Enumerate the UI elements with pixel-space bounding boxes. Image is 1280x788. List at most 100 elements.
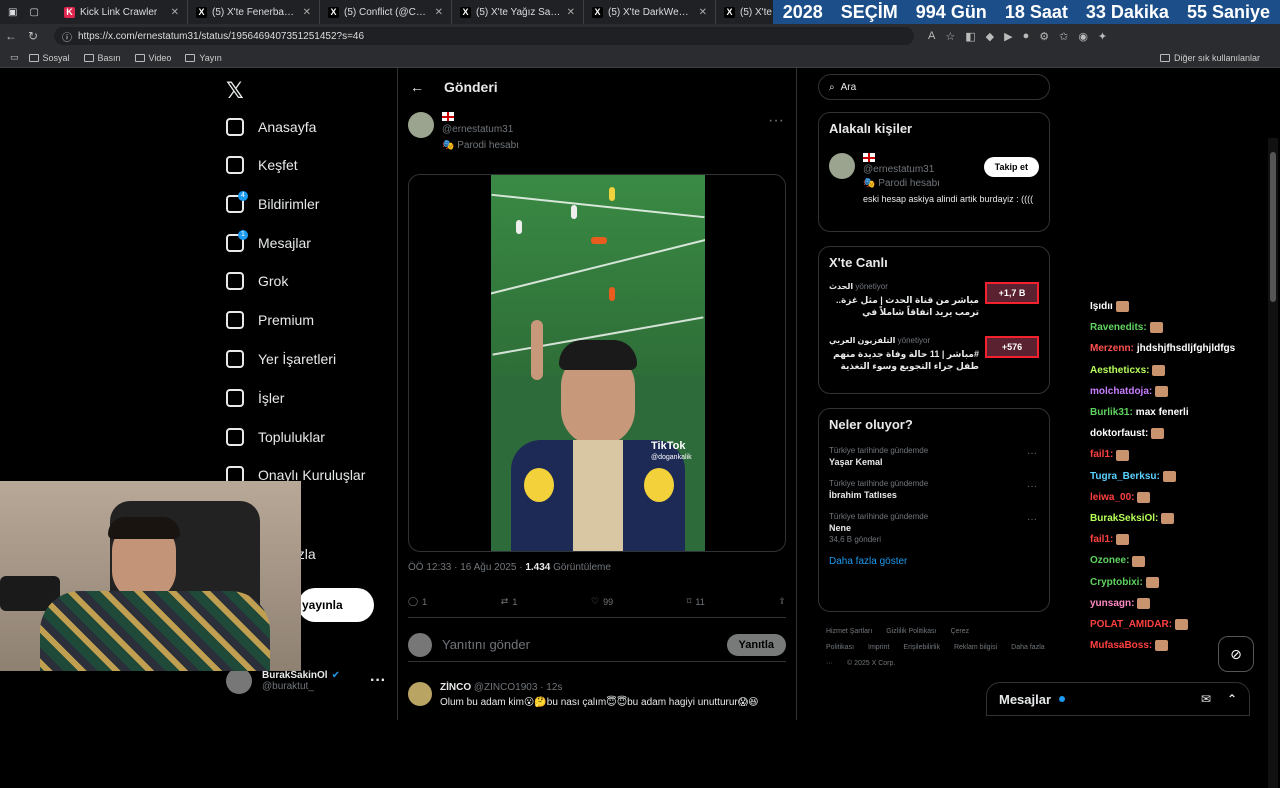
read-aloud-icon[interactable]: A — [928, 30, 935, 43]
browser-tab[interactable]: X (5) X'te DarkWeb Haber: " ✕ — [584, 0, 716, 24]
browser-tab[interactable]: X (5) X'te Yağız Sabuncuoğlu ✕ — [452, 0, 584, 24]
close-icon[interactable]: ✕ — [699, 7, 707, 18]
nav-label: Mesajlar — [258, 235, 311, 251]
extension-icon[interactable]: ▶ — [1004, 30, 1012, 43]
search-icon — [226, 156, 244, 174]
favorite-star-icon[interactable]: ☆ — [945, 30, 955, 43]
bookmark-folder[interactable]: Sosyal — [28, 52, 70, 63]
reply-button[interactable]: Yanıtla — [726, 633, 786, 656]
more-options-icon[interactable]: ··· — [1027, 481, 1037, 492]
footer-link[interactable]: Gizlilik Politikası — [886, 628, 936, 635]
info-icon[interactable]: ⓘ — [62, 29, 72, 44]
nav-item-bildirimler[interactable]: 4 Bildirimler — [226, 191, 319, 213]
nav-item-keşfet[interactable]: Keşfet — [226, 156, 298, 174]
messages-drawer[interactable]: Mesajlar ✉ ⌃ — [986, 682, 1250, 716]
more-options-icon[interactable]: ··· — [1027, 514, 1037, 525]
nav-item-grok[interactable]: Grok — [226, 272, 288, 290]
browser-menu[interactable]: ▣ ▢ — [0, 0, 56, 24]
bookmark-icon — [226, 350, 244, 368]
trend-name: Nene — [829, 523, 852, 533]
tiktok-username: @dogankalik — [651, 454, 692, 461]
scrollbar-thumb[interactable] — [1270, 152, 1276, 302]
extension-icon[interactable]: ● — [1023, 30, 1030, 43]
trend-item[interactable]: Türkiye tarihinde gündemde Yaşar Kemal ··· — [819, 440, 1049, 473]
bookmark-folder[interactable]: Yayın — [185, 53, 222, 63]
video-frame[interactable]: TikTok @dogankalik — [491, 175, 705, 551]
nav-label: Premium — [258, 312, 315, 328]
reading-list-icon[interactable]: ▭ — [10, 52, 19, 63]
footer-link[interactable]: © 2025 X Corp. — [847, 660, 895, 667]
nav-item-yer-i-şaretleri[interactable]: Yer İşaretleri — [226, 350, 336, 368]
favorites-icon[interactable]: ✩ — [1059, 30, 1068, 43]
expand-icon[interactable]: ⌃ — [1227, 692, 1237, 706]
share-icon: ⇪ — [778, 596, 786, 606]
footer-link[interactable]: Erişilebilirlik — [903, 644, 940, 651]
live-item[interactable]: التلفزيون العربي yönetiyor #مباشر | 11 حا… — [819, 332, 1049, 376]
chat-message: Tugra_Berksu: — [1090, 466, 1280, 487]
more-options-icon[interactable]: ··· — [1027, 448, 1037, 459]
nav-item-mesajlar[interactable]: 1 Mesajlar — [226, 230, 311, 252]
other-bookmarks[interactable]: Diğer sık kullanılanlar — [1159, 53, 1260, 63]
close-icon[interactable]: ✕ — [567, 7, 575, 18]
grok-icon[interactable]: ⊘ — [1218, 636, 1254, 672]
back-icon[interactable]: ← — [0, 29, 22, 43]
reply-handle: @ZINCO1903 — [473, 682, 538, 693]
back-arrow-icon[interactable]: ← — [410, 79, 424, 95]
like-action[interactable]: ♡ 99 — [591, 596, 613, 607]
browser-tab[interactable]: K Kick Link Crawler ✕ — [56, 0, 188, 24]
browser-tab[interactable]: X (5) X'te Fenerbahçe Yüksel ✕ — [188, 0, 320, 24]
trend-item[interactable]: Türkiye tarihinde gündemde Nene 34,6 B gön… — [819, 506, 1049, 550]
extensions-icon[interactable]: ⚙ — [1039, 30, 1049, 43]
footer-link[interactable]: Hizmet Şartları — [826, 628, 872, 635]
account-switcher[interactable]: BurakSakinOl ✔ @buraktut_ ··· — [226, 668, 386, 694]
extension-icon[interactable]: ◆ — [986, 30, 994, 43]
search-input[interactable]: ⌕ Ara — [818, 74, 1050, 100]
countdown-year: 2028 — [782, 1, 823, 22]
footer-link[interactable]: Reklam bilgisi — [954, 644, 997, 651]
reply-tweet[interactable]: ZİNCO @ZINCO1903 · 12s Olum bu adam kim😮… — [408, 682, 786, 708]
close-icon[interactable]: ✕ — [435, 7, 443, 18]
repost-action[interactable]: ⇄ 1 — [501, 596, 518, 607]
close-icon[interactable]: ✕ — [171, 7, 179, 18]
related-people-card: Alakalı kişiler @ernestatum31 🎭 Parodi h… — [818, 112, 1050, 232]
emote-icon — [1145, 576, 1159, 588]
url-field[interactable]: ⓘ https://x.com/ernestatum31/status/1956… — [54, 27, 914, 45]
reply-input[interactable]: Yanıtını gönder — [442, 637, 530, 652]
post-button[interactable]: yayınla — [298, 588, 374, 622]
bookmark-action[interactable]: ⌑ 11 — [687, 596, 705, 607]
more-options-icon[interactable]: ··· — [370, 672, 386, 690]
show-more-link[interactable]: Daha fazla göster — [819, 550, 1049, 577]
copilot-icon[interactable]: ✦ — [1098, 30, 1107, 43]
live-item[interactable]: الحدث yönetiyor مباشر من قناة الحدث | مثل… — [819, 278, 1049, 322]
close-icon[interactable]: ✕ — [303, 7, 311, 18]
compose-message-icon[interactable]: ✉ — [1201, 692, 1211, 706]
browser-tab[interactable]: X (5) Conflict (@ConflictTR) ✕ — [320, 0, 452, 24]
extension-icon[interactable]: ◧ — [965, 30, 975, 43]
x-logo-icon[interactable]: 𝕏 — [226, 78, 244, 104]
bookmark-folder[interactable]: Video — [134, 53, 171, 63]
post-button-label: yayınla — [302, 598, 343, 612]
bookmark-label: Sosyal — [42, 52, 70, 63]
bookmarks-bar: ▭ Sosyal Basın Video Yayın Diğer sık kul… — [0, 48, 1280, 68]
trend-name: İbrahim Tatlıses — [829, 490, 897, 500]
follow-button[interactable]: Takip et — [983, 157, 1039, 177]
refresh-icon[interactable]: ↻ — [22, 29, 44, 43]
author-avatar[interactable] — [408, 112, 434, 138]
trend-item[interactable]: Türkiye tarihinde gündemde İbrahim Tatlıs… — [819, 473, 1049, 506]
nav-item-anasayfa[interactable]: Anasayfa — [226, 118, 316, 136]
author-handle[interactable]: @ernestatum31 — [442, 124, 519, 135]
tab-title: (5) X'te DarkWeb Haber: " — [608, 6, 694, 18]
nav-item-topluluklar[interactable]: Topluluklar — [226, 428, 325, 446]
footer-link[interactable]: Imprint — [868, 644, 889, 651]
share-action[interactable]: ⇪ — [778, 596, 786, 607]
avatar[interactable] — [829, 153, 855, 179]
chat-username: POLAT_AMIDAR: — [1090, 619, 1173, 631]
tweet-more-icon[interactable]: ··· — [768, 112, 784, 130]
profile-avatar[interactable]: ◉ — [1078, 30, 1088, 43]
nav-item-premium[interactable]: Premium — [226, 311, 314, 329]
emote-icon — [1162, 470, 1176, 482]
reply-action[interactable]: ◯ 1 — [408, 596, 427, 607]
tweet-video[interactable]: TikTok @dogankalik — [408, 174, 786, 552]
bookmark-folder[interactable]: Basın — [83, 53, 121, 63]
nav-item-i-şler[interactable]: İşler — [226, 389, 284, 407]
